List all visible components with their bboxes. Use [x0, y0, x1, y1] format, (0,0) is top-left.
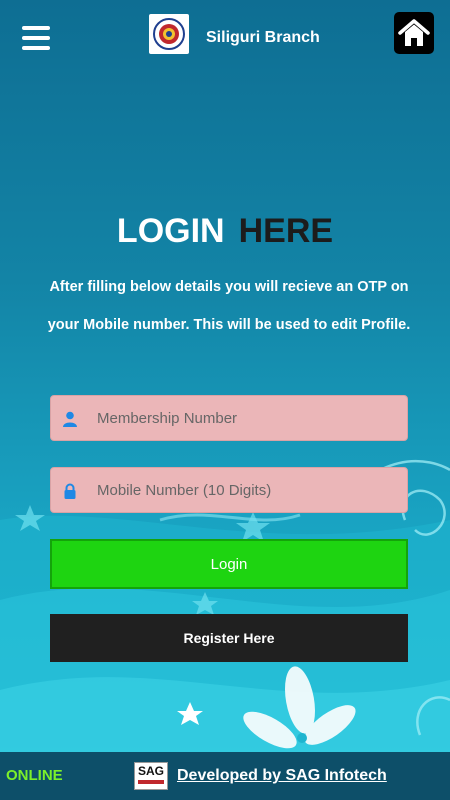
login-button[interactable]: Login	[50, 539, 408, 589]
footer-bar: ONLINE SAG Developed by SAG Infotech	[0, 752, 450, 800]
online-status: ONLINE	[6, 767, 63, 784]
developer-link[interactable]: Developed by SAG Infotech	[177, 767, 387, 785]
membership-number-input[interactable]	[91, 396, 403, 440]
mobile-number-input[interactable]	[91, 468, 403, 512]
institute-logo	[149, 14, 189, 54]
sag-logo: SAG	[134, 762, 168, 790]
lock-icon	[64, 483, 76, 499]
login-heading-part1: LOGIN	[116, 212, 225, 250]
mobile-number-field[interactable]	[50, 467, 408, 513]
top-app-bar: Siliguri Branch	[0, 0, 450, 80]
user-icon	[63, 411, 77, 427]
hamburger-menu-icon[interactable]	[22, 26, 50, 50]
login-heading-part2: HERE	[238, 212, 334, 250]
membership-number-field[interactable]	[50, 395, 408, 441]
branch-title: Siliguri Branch	[206, 29, 320, 46]
home-icon[interactable]	[394, 12, 434, 54]
emblem-icon	[153, 18, 185, 50]
register-button[interactable]: Register Here	[50, 614, 408, 662]
login-description: After filling below details you will rec…	[47, 279, 411, 333]
sag-logo-text: SAG	[137, 764, 164, 778]
login-heading: LOGIN HERE	[0, 212, 450, 251]
